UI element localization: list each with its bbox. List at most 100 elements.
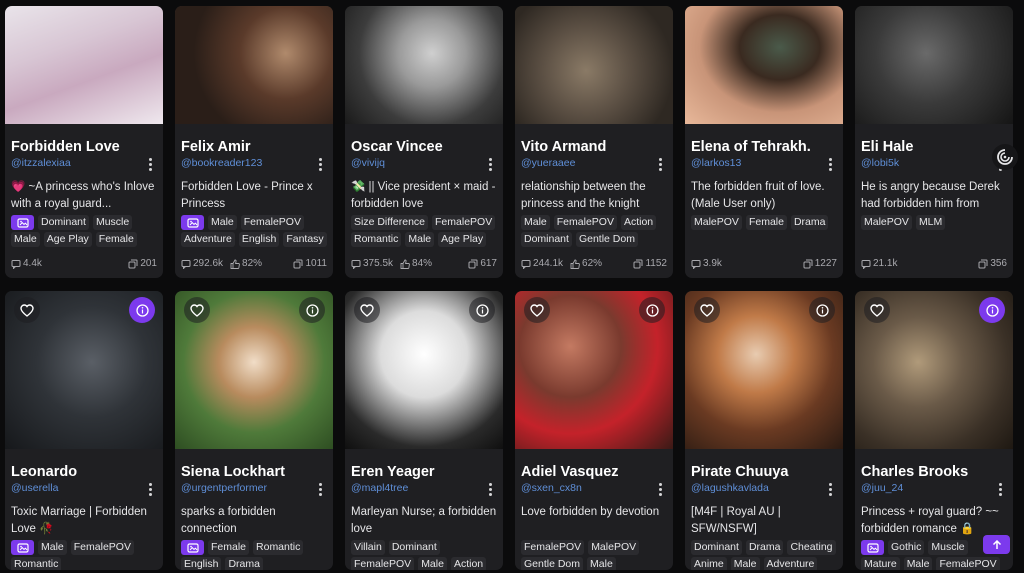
more-vert-icon[interactable]: [829, 158, 833, 172]
character-name[interactable]: Elena of Tehrakh.: [691, 139, 821, 156]
more-vert-icon[interactable]: [999, 483, 1003, 497]
creator-handle[interactable]: @juu_24: [861, 482, 1007, 495]
tag-chip[interactable]: FemalePOV: [70, 540, 134, 555]
tag-chip[interactable]: Female: [208, 540, 250, 555]
creator-handle[interactable]: @itzzalexiaa: [11, 157, 157, 170]
more-vert-icon[interactable]: [489, 483, 493, 497]
info-button[interactable]: [469, 297, 495, 323]
tag-chip[interactable]: MalePOV: [691, 215, 742, 230]
tag-chip[interactable]: Drama: [745, 540, 784, 555]
tag-chip[interactable]: Muscle: [92, 215, 133, 230]
scroll-to-top-button[interactable]: [983, 535, 1010, 554]
tag-chip[interactable]: FemalePOV: [936, 557, 1000, 570]
tag-chip[interactable]: Gentle Dom: [521, 557, 584, 570]
tag-chip[interactable]: Size Difference: [351, 215, 429, 230]
tag-chip[interactable]: Dominant: [521, 232, 572, 247]
tag-chip[interactable]: Male: [521, 215, 550, 230]
more-vert-icon[interactable]: [659, 158, 663, 172]
character-card[interactable]: Charles Brooks @juu_24 Princess + royal gu…: [855, 291, 1013, 570]
tag-chip[interactable]: Age Play: [43, 232, 92, 247]
tag-chip[interactable]: Cheating: [787, 540, 836, 555]
tag-chip[interactable]: English: [238, 232, 280, 247]
favorite-button[interactable]: [524, 297, 550, 323]
character-avatar[interactable]: [175, 291, 333, 449]
tag-chip[interactable]: Male: [38, 540, 67, 555]
character-card[interactable]: Pirate Chuuya @lagushkavlada [M4F | Royal …: [685, 291, 843, 570]
tag-chip[interactable]: FemalePOV: [432, 215, 496, 230]
tag-chip[interactable]: Drama: [225, 557, 263, 570]
info-button[interactable]: [809, 297, 835, 323]
character-name[interactable]: Oscar Vincee: [351, 139, 481, 156]
tag-chip[interactable]: Gentle Dom: [575, 232, 638, 247]
tag-chip[interactable]: Female: [95, 232, 137, 247]
creator-handle[interactable]: @vivijq: [351, 157, 497, 170]
character-name[interactable]: Leonardo: [11, 464, 141, 481]
tag-chip[interactable]: Villain: [351, 540, 385, 555]
character-avatar[interactable]: [515, 291, 673, 449]
tag-chip[interactable]: FemalePOV: [351, 557, 415, 570]
character-avatar[interactable]: [855, 6, 1013, 124]
tag-chip[interactable]: Adventure: [763, 557, 818, 570]
creator-handle[interactable]: @larkos13: [691, 157, 837, 170]
info-button[interactable]: [639, 297, 665, 323]
character-card[interactable]: Vito Armand @yueraaee relationship between…: [515, 6, 673, 278]
creator-handle[interactable]: @userella: [11, 482, 157, 495]
tag-chip[interactable]: Dominant: [691, 540, 742, 555]
tag-chip[interactable]: Anime: [691, 557, 727, 570]
tag-chip[interactable]: Age Play: [438, 232, 487, 247]
tag-chip[interactable]: Gothic: [888, 540, 925, 555]
creator-handle[interactable]: @sxen_cx8n: [521, 482, 667, 495]
tag-chip[interactable]: Male: [11, 232, 40, 247]
tag-chip[interactable]: Action: [450, 557, 487, 570]
more-vert-icon[interactable]: [149, 483, 153, 497]
info-button[interactable]: [299, 297, 325, 323]
character-card[interactable]: Eren Yeager @mapl4tree Marleyan Nurse; a f…: [345, 291, 503, 570]
favorite-button[interactable]: [694, 297, 720, 323]
tag-chip[interactable]: Romantic: [351, 232, 402, 247]
tag-chip[interactable]: Dominant: [38, 215, 89, 230]
tag-chip[interactable]: English: [181, 557, 222, 570]
character-avatar[interactable]: [685, 291, 843, 449]
tag-chip[interactable]: Male: [208, 215, 237, 230]
tag-chip[interactable]: Action: [620, 215, 657, 230]
info-button[interactable]: [129, 297, 155, 323]
tag-chip[interactable]: MalePOV: [861, 215, 912, 230]
tag-chip[interactable]: Male: [418, 557, 447, 570]
info-button[interactable]: [979, 297, 1005, 323]
more-vert-icon[interactable]: [489, 158, 493, 172]
character-card[interactable]: Adiel Vasquez @sxen_cx8n Love forbidden by…: [515, 291, 673, 570]
tag-chip[interactable]: Adventure: [181, 232, 235, 247]
tag-chip[interactable]: Male: [730, 557, 760, 570]
creator-handle[interactable]: @urgentperformer: [181, 482, 327, 495]
favorite-button[interactable]: [14, 297, 40, 323]
character-avatar[interactable]: [685, 6, 843, 124]
character-name[interactable]: Siena Lockhart: [181, 464, 311, 481]
creator-handle[interactable]: @lagushkavlada: [691, 482, 837, 495]
character-avatar[interactable]: [175, 6, 333, 124]
character-name[interactable]: Felix Amir: [181, 139, 311, 156]
creator-handle[interactable]: @yueraaee: [521, 157, 667, 170]
character-avatar[interactable]: [5, 6, 163, 124]
spiral-icon[interactable]: [992, 144, 1018, 170]
character-name[interactable]: Pirate Chuuya: [691, 464, 821, 481]
favorite-button[interactable]: [864, 297, 890, 323]
more-vert-icon[interactable]: [319, 158, 323, 172]
tag-chip[interactable]: Muscle: [928, 540, 968, 555]
more-vert-icon[interactable]: [659, 483, 663, 497]
tag-chip[interactable]: MLM: [915, 215, 946, 230]
tag-chip[interactable]: Drama: [790, 215, 829, 230]
character-name[interactable]: Adiel Vasquez: [521, 464, 651, 481]
tag-chip[interactable]: FemalePOV: [240, 215, 304, 230]
tag-chip[interactable]: MalePOV: [588, 540, 640, 555]
tag-chip[interactable]: FemalePOV: [553, 215, 617, 230]
character-avatar[interactable]: [855, 291, 1013, 449]
character-name[interactable]: Eli Hale: [861, 139, 991, 156]
character-avatar[interactable]: [5, 291, 163, 449]
character-card[interactable]: Siena Lockhart @urgentperformer sparks a f…: [175, 291, 333, 570]
character-card[interactable]: Leonardo @userella Toxic Marriage | Forbid…: [5, 291, 163, 570]
favorite-button[interactable]: [184, 297, 210, 323]
character-avatar[interactable]: [345, 6, 503, 124]
character-name[interactable]: Vito Armand: [521, 139, 651, 156]
character-card[interactable]: Felix Amir @bookreader123 Forbidden Love -…: [175, 6, 333, 278]
creator-handle[interactable]: @mapl4tree: [351, 482, 497, 495]
